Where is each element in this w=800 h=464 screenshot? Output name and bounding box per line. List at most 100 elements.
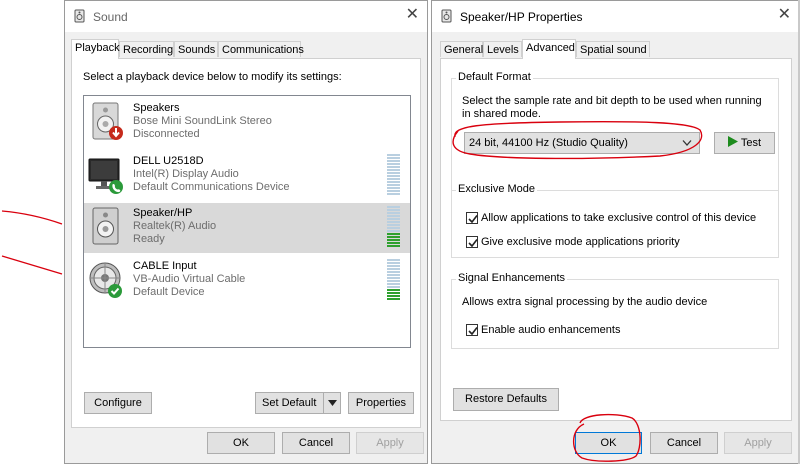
meter-bar <box>387 212 400 214</box>
meter-bar <box>387 175 400 177</box>
meter-bar <box>387 259 400 261</box>
list-item[interactable]: Speakers Bose Mini SoundLink Stereo Disc… <box>84 98 410 148</box>
meter-bar <box>387 178 400 180</box>
volume-meter <box>387 206 400 248</box>
list-item[interactable]: CABLE Input VB-Audio Virtual Cable Defau… <box>84 256 410 306</box>
annotation-line-upper <box>1 210 63 225</box>
sound-window-title: Sound <box>93 10 128 24</box>
sound-window: Sound ✕ Playback Recording Sounds Commun… <box>64 0 428 464</box>
meter-bar <box>387 283 400 285</box>
meter-bar <box>387 224 400 226</box>
meter-bar <box>387 265 400 267</box>
ok-button[interactable]: OK <box>207 432 275 454</box>
checkmark-icon <box>468 327 478 336</box>
format-select-value: 24 bit, 44100 Hz (Studio Quality) <box>469 137 628 149</box>
sound-app-icon <box>73 9 87 23</box>
signal-description: Allows extra signal processing by the au… <box>462 296 708 308</box>
tab-levels[interactable]: Levels <box>483 41 522 57</box>
device-name: Speakers <box>133 102 180 114</box>
device-name: CABLE Input <box>133 260 197 272</box>
close-icon[interactable]: ✕ <box>406 7 419 23</box>
exclusive-priority-checkbox[interactable] <box>466 236 478 248</box>
volume-meter <box>387 259 400 301</box>
device-driver: Realtek(R) Audio <box>133 220 217 232</box>
meter-bar <box>387 280 400 282</box>
sound-titlebar: Sound ✕ <box>65 1 427 32</box>
close-icon[interactable]: ✕ <box>778 7 791 23</box>
test-button[interactable]: Test <box>714 132 775 154</box>
meter-bar <box>387 236 400 238</box>
tab-advanced[interactable]: Advanced <box>522 39 576 59</box>
meter-bar <box>387 292 400 294</box>
meter-bar <box>387 268 400 270</box>
configure-button[interactable]: Configure <box>84 392 152 414</box>
tab-spatial-sound[interactable]: Spatial sound <box>576 41 650 57</box>
format-select[interactable]: 24 bit, 44100 Hz (Studio Quality) <box>464 132 700 154</box>
meter-bar <box>387 193 400 195</box>
playback-panel: Select a playback device below to modify… <box>71 58 421 428</box>
restore-defaults-button[interactable]: Restore Defaults <box>453 388 559 411</box>
meter-bar <box>387 172 400 174</box>
meter-bar <box>387 221 400 223</box>
play-icon <box>727 136 738 147</box>
properties-window-title: Speaker/HP Properties <box>460 10 583 24</box>
monitor-phone-icon <box>88 156 126 196</box>
meter-bar <box>387 245 400 247</box>
meter-bar <box>387 218 400 220</box>
properties-titlebar: Speaker/HP Properties ✕ <box>432 1 799 32</box>
tab-playback[interactable]: Playback <box>71 39 120 59</box>
checkmark-icon <box>468 239 478 248</box>
meter-bar <box>387 215 400 217</box>
enable-enhancements-label[interactable]: Enable audio enhancements <box>481 324 620 336</box>
meter-bar <box>387 274 400 276</box>
meter-bar <box>387 169 400 171</box>
set-default-label: Set Default <box>262 397 317 409</box>
volume-meter <box>387 154 400 196</box>
meter-bar <box>387 227 400 229</box>
tab-recording[interactable]: Recording <box>119 41 174 57</box>
apply-button[interactable]: Apply <box>724 432 792 454</box>
allow-exclusive-checkbox[interactable] <box>466 212 478 224</box>
meter-bar <box>387 233 400 235</box>
enable-enhancements-checkbox[interactable] <box>466 324 478 336</box>
meter-bar <box>387 239 400 241</box>
checkmark-icon <box>468 215 478 224</box>
tab-sounds[interactable]: Sounds <box>174 41 218 57</box>
meter-bar <box>387 286 400 288</box>
cancel-button[interactable]: Cancel <box>650 432 718 454</box>
meter-bar <box>387 157 400 159</box>
cancel-button[interactable]: Cancel <box>282 432 350 454</box>
ok-button[interactable]: OK <box>575 432 642 454</box>
apply-button[interactable]: Apply <box>356 432 424 454</box>
playback-instruction: Select a playback device below to modify… <box>83 71 342 83</box>
set-default-dropdown[interactable] <box>323 393 340 413</box>
allow-exclusive-label[interactable]: Allow applications to take exclusive con… <box>481 212 756 224</box>
device-status: Default Communications Device <box>133 181 290 193</box>
device-status: Disconnected <box>133 128 200 140</box>
group-title: Signal Enhancements <box>456 272 568 284</box>
exclusive-priority-label[interactable]: Give exclusive mode applications priorit… <box>481 236 680 248</box>
meter-bar <box>387 187 400 189</box>
list-item-selected[interactable]: Speaker/HP Realtek(R) Audio Ready <box>84 203 410 253</box>
device-list: Speakers Bose Mini SoundLink Stereo Disc… <box>83 95 411 348</box>
meter-bar <box>387 184 400 186</box>
tab-communications[interactable]: Communications <box>218 41 304 57</box>
meter-bar <box>387 230 400 232</box>
chevron-down-icon <box>327 400 337 406</box>
meter-bar <box>387 190 400 192</box>
chevron-down-icon <box>682 140 692 146</box>
tab-general[interactable]: General <box>440 41 483 57</box>
properties-button[interactable]: Properties <box>348 392 414 414</box>
group-title: Exclusive Mode <box>456 183 538 195</box>
set-default-button[interactable]: Set Default <box>255 392 341 414</box>
meter-bar <box>387 181 400 183</box>
list-item[interactable]: DELL U2518D Intel(R) Display Audio Defau… <box>84 151 410 201</box>
meter-bar <box>387 206 400 208</box>
speaker-app-icon <box>440 9 454 23</box>
device-driver: VB-Audio Virtual Cable <box>133 273 246 285</box>
advanced-panel: Default Format Select the sample rate an… <box>440 58 792 421</box>
cable-default-icon <box>88 259 126 301</box>
meter-bar <box>387 271 400 273</box>
meter-bar <box>387 209 400 211</box>
properties-window: Speaker/HP Properties ✕ General Levels A… <box>431 0 800 464</box>
